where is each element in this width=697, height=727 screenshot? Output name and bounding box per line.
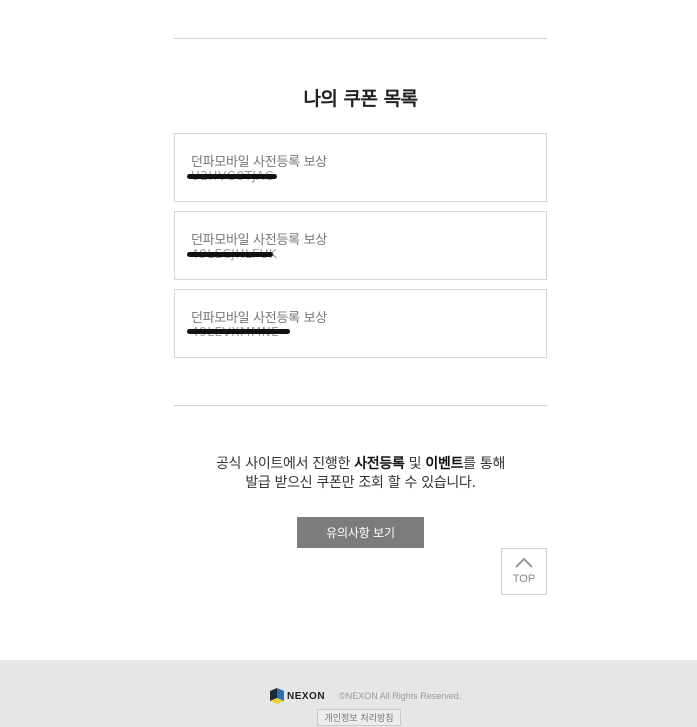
notice-line-1: 공식 사이트에서 진행한 사전등록 및 이벤트를 통해 — [174, 453, 547, 473]
notice-text: 공식 사이트에서 진행한 — [215, 456, 355, 472]
coupon-title: 던파모바일 사전등록 보상 — [191, 311, 327, 326]
notice-emphasis-event: 이벤트 — [425, 456, 464, 472]
top-divider — [174, 38, 547, 39]
copyright-text: ©NEXON All Rights Reserved. — [339, 691, 462, 701]
nexon-logo-icon — [270, 688, 284, 704]
chevron-up-icon — [515, 557, 533, 568]
notice-text: 를 통해 — [463, 456, 506, 472]
notice-line-2: 발급 받으신 쿠폰만 조회 할 수 있습니다. — [245, 475, 476, 491]
coupon-title: 던파모바일 사전등록 보상 — [191, 233, 327, 248]
footer: NEXON ©NEXON All Rights Reserved. 개인정보 처… — [0, 660, 697, 727]
coupon-item: 던파모바일 사전등록 보상 U2HVG0TJAG — [174, 133, 547, 202]
footer-brand: NEXON ©NEXON All Rights Reserved. — [270, 688, 461, 704]
redaction-mark — [187, 329, 290, 334]
redaction-mark — [187, 174, 277, 179]
top-label: TOP — [512, 573, 536, 585]
coupon-item: 던파모바일 사전등록 보상 49LEVXMMNE — [174, 289, 547, 358]
redaction-mark — [187, 252, 273, 257]
middle-divider — [174, 405, 547, 406]
privacy-policy-link[interactable]: 개인정보 처리방침 — [317, 709, 401, 726]
page-title: 나의 쿠폰 목록 — [303, 88, 418, 110]
notice-emphasis-preregistration: 사전등록 — [354, 456, 405, 472]
notice-text: 및 — [404, 456, 426, 472]
coupon-item: 던파모바일 사전등록 보상 49LECJHLFUK — [174, 211, 547, 280]
scroll-to-top-button[interactable]: TOP — [501, 548, 547, 595]
view-notice-button[interactable]: 유의사항 보기 — [297, 517, 424, 548]
nexon-brand-text: NEXON — [287, 690, 326, 702]
coupon-title: 던파모바일 사전등록 보상 — [191, 155, 327, 170]
